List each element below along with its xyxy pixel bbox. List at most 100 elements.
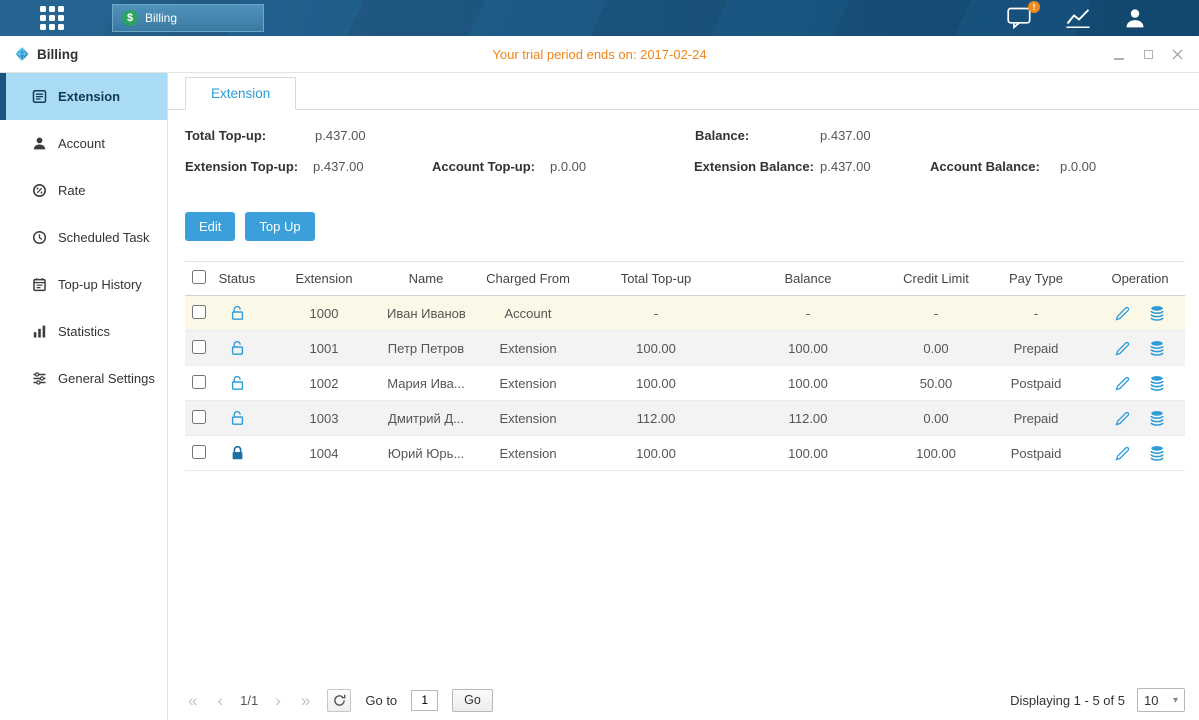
billing-diamond-icon [14, 46, 30, 62]
tab-extension[interactable]: Extension [185, 77, 296, 110]
col-pay-type: Pay Type [977, 262, 1095, 296]
edit-row-icon[interactable] [1115, 306, 1130, 321]
sidebar-item-rate[interactable]: Rate [0, 167, 167, 214]
top-up-row-icon[interactable] [1149, 375, 1165, 391]
row-checkbox[interactable] [192, 340, 206, 354]
table-row: 1000 Иван Иванов Account - - - - [185, 296, 1185, 331]
cell-pay-type: Postpaid [977, 436, 1095, 471]
sidebar-item-label: Statistics [58, 324, 110, 339]
sidebar-item-statistics[interactable]: Statistics [0, 308, 167, 355]
cell-pay-type: Prepaid [977, 331, 1095, 366]
cell-total-topup: 100.00 [591, 436, 721, 471]
line-chart-icon [1065, 7, 1091, 29]
go-button[interactable]: Go [452, 689, 493, 712]
sidebar-item-topup-history[interactable]: Top-up History [0, 261, 167, 308]
summary-label: Account Top-up: [432, 159, 535, 174]
messages-button[interactable]: ! [1007, 7, 1033, 29]
main-content: Extension Total Top-up: p.437.00 Balance… [168, 73, 1199, 720]
summary-label: Extension Balance: [694, 159, 814, 174]
chevron-down-icon: ▾ [1173, 695, 1178, 706]
previous-page-button[interactable]: ‹ [214, 692, 226, 709]
col-operation: Operation [1095, 262, 1185, 296]
trial-notice: Your trial period ends on: 2017-02-24 [492, 47, 706, 62]
col-total-topup: Total Top-up [591, 262, 721, 296]
top-up-row-icon[interactable] [1149, 445, 1165, 461]
minimize-button[interactable] [1111, 46, 1127, 62]
edit-row-icon[interactable] [1115, 411, 1130, 426]
next-page-button[interactable]: › [272, 692, 284, 709]
col-credit-limit: Credit Limit [895, 262, 977, 296]
cell-name: Иван Иванов [387, 296, 465, 331]
window-titlebar: Billing Your trial period ends on: 2017-… [0, 36, 1199, 73]
unlock-icon[interactable] [230, 375, 245, 391]
cell-credit-limit: 100.00 [895, 436, 977, 471]
billing-app-window: $ Billing ! [0, 0, 1199, 720]
sidebar-item-label: Account [58, 136, 105, 151]
unlock-icon[interactable] [230, 305, 245, 321]
table-row: 1002 Мария Ива... Extension 100.00 100.0… [185, 366, 1185, 401]
cell-name: Петр Петров [387, 331, 465, 366]
summary-value: p.437.00 [313, 159, 364, 174]
sidebar-item-label: Extension [58, 89, 120, 104]
billing-dollar-icon: $ [122, 10, 138, 26]
sidebar: Extension Account [0, 73, 168, 720]
summary-label: Account Balance: [930, 159, 1040, 174]
summary-value: p.437.00 [820, 128, 871, 143]
taskbar-billing-tab[interactable]: $ Billing [112, 4, 264, 32]
notification-badge: ! [1028, 1, 1040, 13]
close-button[interactable] [1169, 46, 1185, 62]
top-up-row-icon[interactable] [1149, 410, 1165, 426]
cell-name: Мария Ива... [387, 366, 465, 401]
rate-icon [32, 183, 47, 198]
sidebar-item-general-settings[interactable]: General Settings [0, 355, 167, 402]
cell-balance: 100.00 [721, 436, 895, 471]
refresh-icon [333, 694, 346, 707]
sidebar-item-account[interactable]: Account [0, 120, 167, 167]
cell-name: Дмитрий Д... [387, 401, 465, 436]
cell-balance: 100.00 [721, 331, 895, 366]
taskbar: $ Billing ! [0, 0, 1199, 36]
sliders-icon [32, 371, 47, 386]
pagination-summary: Displaying 1 - 5 of 5 10 ▾ [1010, 688, 1185, 712]
row-checkbox[interactable] [192, 445, 206, 459]
lock-icon[interactable] [230, 445, 245, 461]
cell-balance: 112.00 [721, 401, 895, 436]
summary-label: Total Top-up: [185, 128, 266, 143]
page-size-select[interactable]: 10 ▾ [1137, 688, 1185, 712]
table-header-row: Status Extension Name Charged From Total… [185, 262, 1185, 296]
taskbar-status-icons: ! [1007, 6, 1147, 30]
last-page-button[interactable]: » [298, 692, 313, 709]
goto-page-input[interactable] [411, 690, 438, 711]
unlock-icon[interactable] [230, 340, 245, 356]
statistics-monitor-button[interactable] [1065, 7, 1091, 29]
first-page-button[interactable]: « [185, 692, 200, 709]
sidebar-item-scheduled-task[interactable]: Scheduled Task [0, 214, 167, 261]
row-checkbox[interactable] [192, 410, 206, 424]
app-identity: Billing [14, 46, 78, 62]
edit-button[interactable]: Edit [185, 212, 235, 241]
cell-charged-from: Extension [465, 331, 591, 366]
sidebar-item-label: Rate [58, 183, 85, 198]
edit-row-icon[interactable] [1115, 341, 1130, 356]
maximize-button[interactable] [1140, 46, 1156, 62]
summary-value: p.0.00 [1060, 159, 1096, 174]
action-buttons: Edit Top Up [185, 212, 1199, 241]
app-launcher-grid-icon[interactable] [40, 6, 64, 30]
refresh-button[interactable] [327, 689, 351, 712]
edit-row-icon[interactable] [1115, 446, 1130, 461]
cell-extension: 1004 [261, 436, 387, 471]
select-all-checkbox[interactable] [192, 270, 206, 284]
user-account-button[interactable] [1123, 6, 1147, 30]
row-checkbox[interactable] [192, 375, 206, 389]
unlock-icon[interactable] [230, 410, 245, 426]
top-up-button[interactable]: Top Up [245, 212, 314, 241]
maximize-icon [1144, 50, 1153, 59]
row-checkbox[interactable] [192, 305, 206, 319]
cell-credit-limit: - [895, 296, 977, 331]
page-title: Billing [37, 47, 78, 62]
edit-row-icon[interactable] [1115, 376, 1130, 391]
top-up-row-icon[interactable] [1149, 340, 1165, 356]
sidebar-item-extension[interactable]: Extension [0, 73, 167, 120]
top-up-row-icon[interactable] [1149, 305, 1165, 321]
col-status: Status [213, 262, 261, 296]
